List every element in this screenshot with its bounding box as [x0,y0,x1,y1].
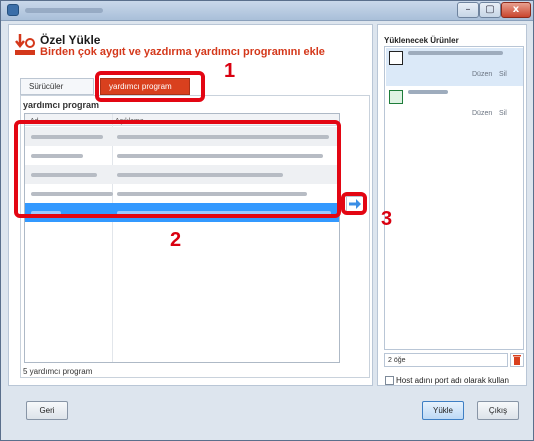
section-label: yardımcı program [23,100,100,110]
trash-icon [513,355,521,365]
product-item[interactable]: Düzen Sil [386,48,523,86]
back-button[interactable]: Geri [26,401,68,420]
product-name-redacted [408,51,503,55]
title-bar: – ▢ x [1,1,533,21]
product-name-redacted [408,90,448,94]
step-number: 1 [224,60,236,82]
close-button[interactable]: x [501,2,531,18]
product-item[interactable]: Düzen Sil [386,87,523,125]
edit-link[interactable]: Düzen [472,71,492,78]
step-number: 3 [381,208,393,230]
hostname-checkbox[interactable] [385,376,394,385]
products-list: Düzen Sil Düzen Sil [384,46,524,350]
utility-count: 5 yardımcı program [23,367,93,376]
delete-link[interactable]: Sil [499,71,507,78]
highlight-list [14,120,341,218]
utility-app-icon [389,90,403,104]
highlight-arrow [341,192,367,215]
app-icon [7,4,19,16]
window-title-redacted [25,8,103,13]
maximize-button[interactable]: ▢ [479,2,501,18]
highlight-tab [95,71,205,102]
edit-link[interactable]: Düzen [472,110,492,117]
delete-link[interactable]: Sil [499,110,507,117]
item-count-field: 2 öğe [384,353,508,367]
hostname-checkbox-label: Host adını port adı olarak kullan [396,376,509,385]
install-icon [15,34,35,55]
products-title: Yüklenecek Ürünler [384,36,459,45]
delete-all-button[interactable] [510,353,524,367]
minimize-button[interactable]: – [457,2,479,18]
page-subtitle: Birden çok aygıt ve yazdırma yardımcı pr… [40,46,325,58]
exit-button[interactable]: Çıkış [477,401,519,420]
install-button[interactable]: Yükle [422,401,464,420]
tab-drivers[interactable]: Sürücüler [20,78,94,95]
step-number: 2 [170,229,182,251]
printer-driver-icon [389,51,403,65]
page-title: Özel Yükle [40,33,101,47]
